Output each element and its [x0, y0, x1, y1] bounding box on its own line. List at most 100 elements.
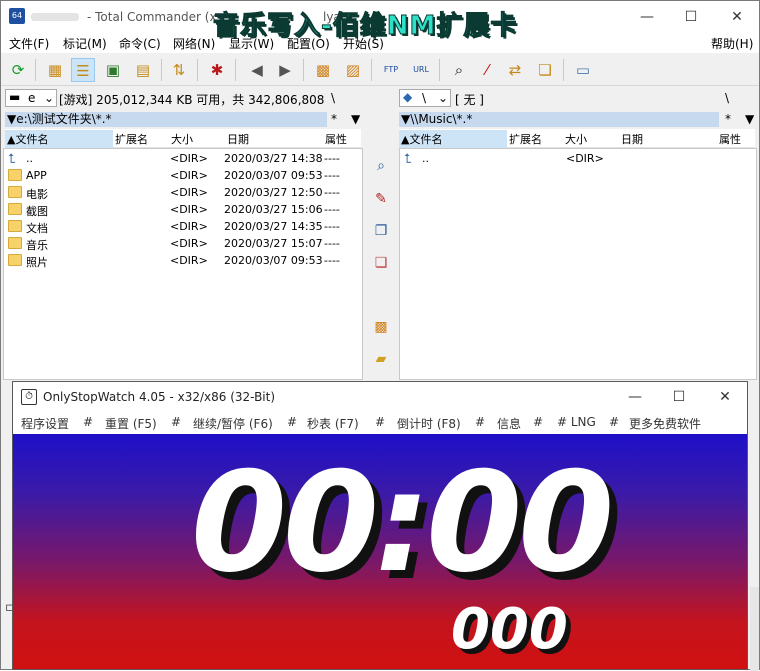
full-view-icon[interactable]: ☰: [71, 58, 95, 82]
right-drive-bar: ◆ \ ⌄ [ 无 ] \: [399, 89, 755, 109]
left-drive-select[interactable]: ▬ e ⌄: [5, 89, 57, 107]
tc-title-text: - Total Commander (x: [87, 10, 217, 24]
brief-view-icon[interactable]: ▦: [43, 58, 67, 82]
column-header-name[interactable]: ▲文件名: [399, 130, 507, 148]
file-row[interactable]: 照片 <DIR> 2020/03/07 09:53 ----: [4, 253, 362, 270]
menu-stopwatch[interactable]: 秒表 (F7): [307, 415, 359, 432]
column-header-size[interactable]: 大小: [565, 131, 587, 147]
multi-rename-icon[interactable]: ⁄: [475, 58, 499, 82]
file-attr: ----: [324, 169, 340, 182]
url-icon[interactable]: URL: [409, 58, 433, 82]
chevron-down-icon: ⌄: [438, 91, 449, 105]
folder-icon: [8, 254, 22, 266]
edit-file-icon[interactable]: ✎: [371, 189, 391, 209]
file-size: <DIR>: [170, 220, 208, 233]
overlay-banner-title: 音乐写入-佰维NM扩展卡: [212, 11, 518, 42]
toolbar-separator: [371, 59, 372, 81]
menu-separator: #: [533, 415, 544, 429]
view-file-icon[interactable]: ⌕: [371, 156, 391, 176]
file-name: ..: [422, 152, 429, 165]
tc-right-scrollbar[interactable]: [750, 587, 759, 671]
column-header-ext[interactable]: 扩展名: [115, 131, 148, 147]
notepad-icon[interactable]: ▭: [571, 58, 595, 82]
file-size: <DIR>: [170, 254, 208, 267]
menu-mark[interactable]: 标记(M): [63, 35, 107, 52]
left-path-bar[interactable]: ▼e:\测试文件夹\*.*: [5, 112, 327, 127]
right-root-button[interactable]: \: [725, 91, 729, 105]
stopwatch-window: ⏱ OnlyStopWatch 4.05 - x32/x86 (32-Bit) …: [12, 381, 748, 670]
chevron-down-icon[interactable]: ▼: [745, 112, 754, 126]
file-attr: ----: [324, 237, 340, 250]
close-icon[interactable]: ✕: [727, 7, 747, 27]
column-header-size[interactable]: 大小: [171, 131, 193, 147]
left-file-panel: ⮤ .. <DIR> 2020/03/27 14:38 ---- APP <DI…: [3, 148, 363, 380]
menu-net[interactable]: 网络(N): [173, 35, 215, 52]
compare-dirs-icon[interactable]: ⇅: [167, 58, 191, 82]
left-drive-letter: e: [28, 91, 36, 105]
close-icon[interactable]: ✕: [715, 387, 735, 407]
wand-icon[interactable]: ✱: [205, 58, 229, 82]
chevron-down-icon[interactable]: ▼: [351, 112, 360, 126]
column-header-ext[interactable]: 扩展名: [509, 131, 542, 147]
maximize-icon[interactable]: ☐: [669, 387, 689, 407]
left-root-button[interactable]: \: [331, 91, 335, 105]
menu-info[interactable]: 信息: [497, 415, 521, 432]
maximize-icon[interactable]: ☐: [681, 7, 701, 27]
left-filter-star[interactable]: *: [331, 112, 337, 126]
copy-file-icon[interactable]: ❐: [371, 221, 391, 241]
menu-resume-pause[interactable]: 继续/暂停 (F6): [193, 415, 273, 432]
menu-more-software[interactable]: 更多免费软件: [629, 415, 701, 432]
file-row[interactable]: 截图 <DIR> 2020/03/27 15:06 ----: [4, 202, 362, 219]
right-filter-star[interactable]: *: [725, 112, 731, 126]
ftp-icon[interactable]: FTP: [379, 58, 403, 82]
file-name: 文档: [26, 222, 48, 235]
file-row[interactable]: APP <DIR> 2020/03/07 09:53 ----: [4, 168, 362, 185]
column-header-name[interactable]: ▲文件名: [5, 130, 113, 148]
network-drive-icon: ◆: [403, 90, 413, 104]
pack-files-icon[interactable]: ▩: [371, 317, 391, 337]
menu-language[interactable]: # LNG: [557, 415, 596, 429]
file-size: <DIR>: [170, 186, 208, 199]
unpack-icon[interactable]: ▨: [341, 58, 365, 82]
right-column-headers: ▲文件名 扩展名 大小 日期 属性: [399, 129, 755, 148]
column-header-attr[interactable]: 属性: [719, 131, 741, 147]
folder-icon: [8, 186, 22, 198]
file-name: 音乐: [26, 239, 48, 252]
forward-arrow-icon[interactable]: ▶: [273, 58, 297, 82]
new-folder-icon[interactable]: ▰: [371, 349, 391, 369]
minimize-icon[interactable]: —: [637, 7, 657, 27]
minimize-icon[interactable]: —: [625, 387, 645, 407]
menu-separator: #: [83, 415, 94, 429]
search-binoculars-icon[interactable]: ⌕: [447, 58, 471, 82]
toolbar-separator: [563, 59, 564, 81]
menu-program-settings[interactable]: 程序设置: [21, 415, 69, 432]
file-row-parent[interactable]: ⮤ .. <DIR>: [400, 151, 756, 168]
right-drive-select[interactable]: ◆ \ ⌄: [399, 89, 451, 107]
file-row[interactable]: 文档 <DIR> 2020/03/27 14:35 ----: [4, 219, 362, 236]
file-date: 2020/03/27 12:50: [224, 186, 323, 199]
menu-help[interactable]: 帮助(H): [711, 35, 753, 52]
file-date: 2020/03/27 14:38: [224, 152, 323, 165]
file-row[interactable]: 电影 <DIR> 2020/03/27 12:50 ----: [4, 185, 362, 202]
column-header-attr[interactable]: 属性: [325, 131, 347, 147]
sync-dirs-icon[interactable]: ⇄: [503, 58, 527, 82]
thumbnail-view-icon[interactable]: ▣: [101, 58, 125, 82]
tree-view-icon[interactable]: ▤: [131, 58, 155, 82]
copy-names-icon[interactable]: ❏: [533, 58, 557, 82]
move-file-icon[interactable]: ❏: [371, 253, 391, 273]
refresh-icon[interactable]: ⟳: [6, 58, 30, 82]
back-arrow-icon[interactable]: ◀: [245, 58, 269, 82]
menu-reset[interactable]: 重置 (F5): [105, 415, 157, 432]
left-drive-bar: ▬ e ⌄ [游戏] 205,012,344 KB 可用，共 342,806,8…: [5, 89, 361, 109]
menu-countdown[interactable]: 倒计时 (F8): [397, 415, 461, 432]
menu-file[interactable]: 文件(F): [9, 35, 49, 52]
folder-icon: [8, 169, 22, 181]
pack-icon[interactable]: ▩: [311, 58, 335, 82]
tc-toolbar: ⟳ ▦ ☰ ▣ ▤ ⇅ ✱ ◀ ▶ ▩ ▨ FTP URL ⌕ ⁄ ⇄ ❏ ▭: [1, 55, 759, 86]
file-row-parent[interactable]: ⮤ .. <DIR> 2020/03/27 14:38 ----: [4, 151, 362, 168]
file-row[interactable]: 音乐 <DIR> 2020/03/27 15:07 ----: [4, 236, 362, 253]
menu-commands[interactable]: 命令(C): [119, 35, 161, 52]
column-header-date[interactable]: 日期: [621, 131, 643, 147]
column-header-date[interactable]: 日期: [227, 131, 249, 147]
right-path-bar[interactable]: ▼\\Music\*.*: [399, 112, 719, 127]
